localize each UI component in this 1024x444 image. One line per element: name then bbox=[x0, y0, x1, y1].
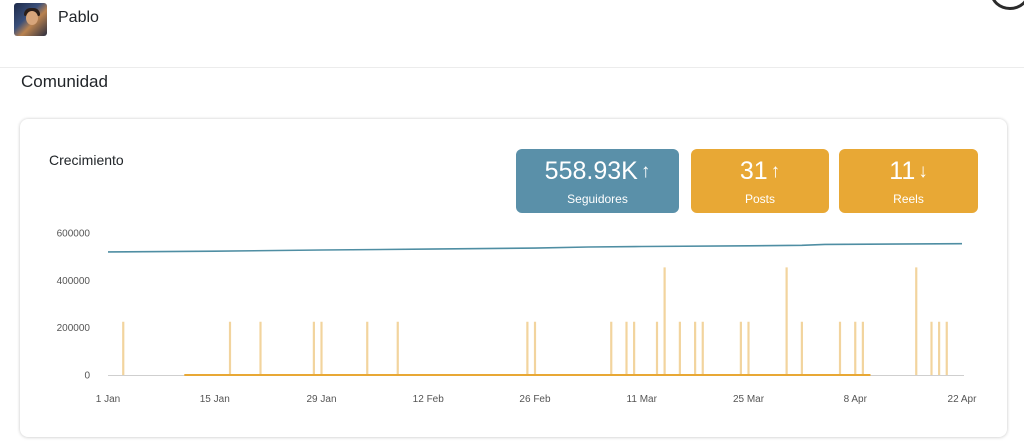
username[interactable]: Pablo bbox=[58, 9, 99, 27]
x-tick-label: 11 Mar bbox=[627, 394, 658, 405]
x-tick-label: 26 Feb bbox=[519, 394, 551, 405]
y-tick-label: 600000 bbox=[57, 229, 91, 240]
arrow-up-icon: ↑ bbox=[640, 161, 651, 182]
y-tick-label: 200000 bbox=[57, 323, 91, 334]
reels-value: 11 ↓ bbox=[889, 157, 928, 185]
x-tick-label: 25 Mar bbox=[733, 394, 765, 405]
reels-label: Reels bbox=[893, 192, 924, 206]
arrow-down-icon: ↓ bbox=[918, 161, 928, 182]
x-tick-label: 29 Jan bbox=[306, 394, 336, 405]
top-bar: Pablo bbox=[0, 0, 1024, 68]
card-title: Crecimiento bbox=[49, 152, 124, 168]
x-tick-label: 15 Jan bbox=[200, 394, 230, 405]
posts-value: 31 ↑ bbox=[739, 157, 781, 185]
user-avatar[interactable] bbox=[14, 3, 47, 36]
x-tick-label: 8 Apr bbox=[844, 394, 868, 405]
posts-label: Posts bbox=[744, 192, 775, 206]
growth-card: 600000 400000 200000 0 1 Jan 15 Jan 29 Jan 12 F… bbox=[20, 119, 1007, 437]
followers-stat[interactable]: 558.93K ↑ Seguidores bbox=[516, 149, 679, 213]
menu-button[interactable] bbox=[990, 0, 1024, 10]
posts-stat[interactable]: 31 ↑ Posts bbox=[691, 149, 829, 213]
x-tick-label: 12 Feb bbox=[413, 394, 445, 405]
arrow-up-icon: ↑ bbox=[770, 161, 781, 182]
avatar-face bbox=[26, 11, 38, 25]
followers-line bbox=[107, 242, 963, 253]
reels-stat[interactable]: 11 ↓ Reels bbox=[839, 149, 978, 213]
x-tick-label: 1 Jan bbox=[96, 394, 120, 405]
followers-value: 558.93K ↑ bbox=[544, 157, 651, 185]
y-tick-label: 400000 bbox=[57, 276, 91, 287]
x-tick-label: 22 Apr bbox=[948, 394, 978, 405]
section-title: Comunidad bbox=[21, 72, 108, 91]
followers-label: Seguidores bbox=[567, 192, 628, 206]
y-tick-label: 0 bbox=[84, 371, 90, 382]
